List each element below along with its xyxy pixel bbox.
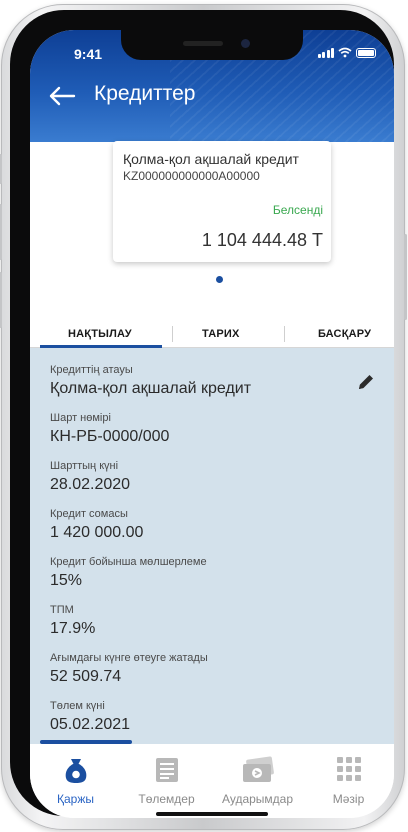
nav-label: Мәзір bbox=[332, 792, 365, 806]
status-icons bbox=[317, 47, 376, 58]
detail-label: Кредит бойынша мөлшерлеме bbox=[50, 556, 207, 568]
loan-details-panel[interactable]: Кредиттің атауы Қолма-қол ақшалай кредит… bbox=[30, 348, 394, 744]
detail-effective-rate: ТПМ 17.9% bbox=[50, 604, 95, 639]
tab-divider bbox=[172, 326, 173, 342]
tab-bar: НАҚТЫЛАУ ТАРИХ БАСҚАРУ bbox=[30, 316, 394, 348]
detail-value: Қолма-қол ақшалай кредит bbox=[50, 380, 252, 397]
mute-switch bbox=[0, 154, 2, 184]
nav-label: Қаржы bbox=[57, 792, 94, 806]
tab-manage[interactable]: БАСҚАРУ bbox=[318, 328, 371, 340]
detail-value: КН-РБ-0000/000 bbox=[50, 428, 170, 445]
detail-label: Төлем күні bbox=[50, 700, 105, 712]
loan-card-status: Белсенді bbox=[272, 203, 323, 217]
detail-label: Шарт нөмірі bbox=[50, 412, 111, 424]
detail-amount-due: Ағымдағы күнге өтеуге жатады 52 509.74 bbox=[50, 652, 208, 687]
wifi-icon bbox=[338, 47, 352, 58]
nav-payments[interactable]: Төлемдер bbox=[121, 744, 212, 818]
payments-icon bbox=[155, 758, 178, 782]
detail-label: ТПМ bbox=[50, 604, 74, 616]
nav-finance[interactable]: Қаржы bbox=[30, 744, 121, 818]
money-bag-icon bbox=[65, 759, 86, 783]
detail-contract-date: Шарттың күні 28.02.2020 bbox=[50, 460, 130, 495]
detail-loan-name: Кредиттің атауы Қолма-қол ақшалай кредит bbox=[50, 364, 251, 399]
signal-icon bbox=[317, 48, 334, 58]
nav-transfers[interactable]: Аударымдар bbox=[212, 744, 303, 818]
carousel-page-indicator[interactable] bbox=[216, 276, 223, 283]
detail-contract-number: Шарт нөмірі КН-РБ-0000/000 bbox=[50, 412, 169, 447]
detail-payment-date: Төлем күні 05.02.2021 bbox=[50, 700, 130, 735]
phone-bezel: Кредиттер 9:41 Қолма-қол ақшалай кредит … bbox=[10, 10, 394, 818]
detail-value: 28.02.2020 bbox=[50, 476, 131, 493]
power-button bbox=[404, 234, 407, 320]
tab-divider bbox=[284, 326, 285, 342]
detail-value: 52 509.74 bbox=[50, 668, 122, 685]
detail-loan-amount: Кредит сомасы 1 420 000.00 bbox=[50, 508, 143, 543]
back-arrow-icon[interactable] bbox=[48, 86, 76, 106]
transfer-icon bbox=[242, 756, 274, 782]
tab-details[interactable]: НАҚТЫЛАУ bbox=[68, 328, 132, 340]
detail-value: 17.9% bbox=[50, 620, 96, 637]
volume-down-button bbox=[0, 272, 2, 328]
loan-card-name: Қолма-қол ақшалай кредит bbox=[123, 151, 299, 167]
volume-up-button bbox=[0, 204, 2, 260]
speaker bbox=[183, 41, 223, 46]
detail-label: Кредит сомасы bbox=[50, 508, 128, 520]
detail-value: 05.02.2021 bbox=[50, 716, 131, 733]
home-indicator[interactable] bbox=[156, 812, 268, 816]
loan-card-amount: 1 104 444.48 Т bbox=[201, 230, 323, 250]
detail-value: 1 420 000.00 bbox=[50, 524, 144, 541]
nav-menu[interactable]: Мәзір bbox=[303, 744, 394, 818]
battery-icon bbox=[356, 48, 376, 58]
nav-label: Төлемдер bbox=[138, 792, 195, 806]
status-time: 9:41 bbox=[74, 46, 103, 62]
page-title: Кредиттер bbox=[94, 82, 196, 105]
detail-interest-rate: Кредит бойынша мөлшерлеме 15% bbox=[50, 556, 207, 591]
bottom-navigation: Қаржы Төлемдер Аударымдар Мәзір bbox=[30, 744, 394, 818]
detail-label: Ағымдағы күнге өтеуге жатады bbox=[50, 652, 208, 664]
detail-label: Шарттың күні bbox=[50, 460, 119, 472]
camera bbox=[241, 39, 250, 48]
app-screen: Кредиттер 9:41 Қолма-қол ақшалай кредит … bbox=[30, 30, 394, 818]
phone-notch bbox=[121, 30, 303, 60]
tab-history[interactable]: ТАРИХ bbox=[202, 328, 240, 340]
edit-pencil-icon[interactable] bbox=[356, 372, 376, 392]
detail-label: Кредиттің атауы bbox=[50, 364, 133, 376]
menu-grid-icon bbox=[336, 757, 361, 781]
nav-label: Аударымдар bbox=[221, 792, 294, 806]
detail-value: 15% bbox=[50, 572, 83, 589]
loan-card[interactable]: Қолма-қол ақшалай кредит KZ000000000000A… bbox=[113, 141, 331, 262]
loan-card-account: KZ000000000000A00000 bbox=[123, 169, 260, 183]
